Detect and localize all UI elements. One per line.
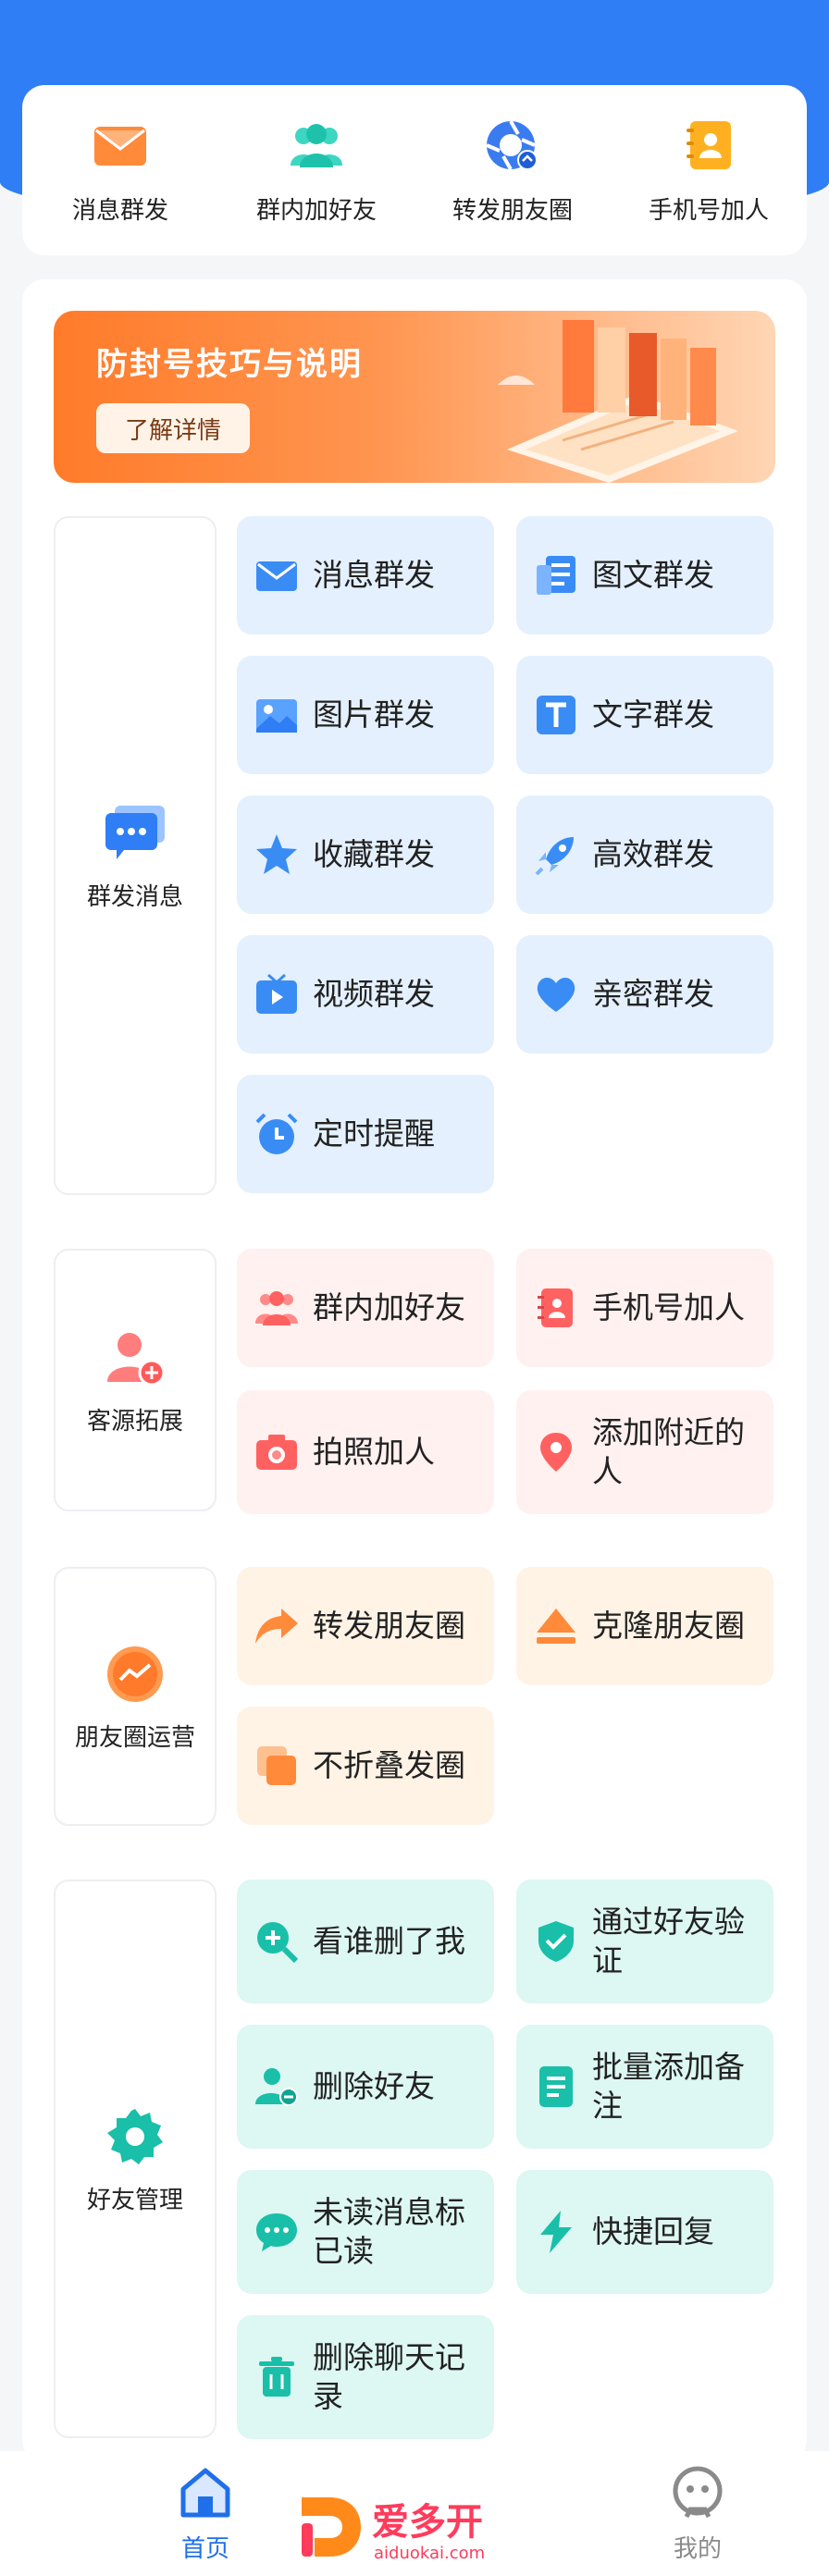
trend-circle-icon: [107, 1645, 163, 1702]
rocket-icon: [535, 837, 574, 876]
tile-image-text-mass[interactable]: 图文群发: [516, 516, 773, 635]
tile-unfold-post[interactable]: 不折叠发圈: [237, 1707, 494, 1825]
trash-icon: [259, 2357, 294, 2397]
eject-icon: [537, 1608, 575, 1644]
contact-book-icon: [538, 1288, 573, 1327]
tile-delete-chat-history[interactable]: 删除聊天记录: [237, 2315, 494, 2439]
add-user-icon: [107, 1332, 166, 1386]
home-icon: [180, 2468, 230, 2518]
tile-nearby-add[interactable]: 添加附近的人: [516, 1390, 773, 1514]
brand-logo-name: 爱多开: [372, 2501, 483, 2544]
tile-mark-read[interactable]: 未读消息标已读: [237, 2170, 494, 2294]
section-moments-operation[interactable]: 朋友圈运营: [54, 1567, 217, 1826]
tile-batch-remark[interactable]: 批量添加备注: [516, 2025, 773, 2149]
tile-approve-requests[interactable]: 通过好友验证: [516, 1880, 773, 2003]
lightning-icon: [540, 2211, 572, 2253]
tile-efficient-mass[interactable]: 高效群发: [516, 795, 773, 914]
tile-image-mass[interactable]: 图片群发: [237, 656, 494, 774]
tile-group-add-friend[interactable]: 群内加好友: [237, 1249, 494, 1367]
share-arrow-icon: [255, 1608, 298, 1644]
search-plus-icon: [257, 1922, 299, 1964]
star-icon: [256, 834, 297, 874]
location-pin-icon: [540, 1433, 572, 1472]
envelope-icon: [256, 561, 297, 591]
chat-bubble-icon: [105, 805, 165, 859]
chat-dots-icon: [256, 2213, 297, 2251]
quick-mass-message[interactable]: 消息群发: [28, 116, 213, 226]
brand-logo-url: aiduokai.com: [374, 2544, 485, 2563]
tile-quick-reply[interactable]: 快捷回复: [516, 2170, 773, 2294]
alarm-clock-icon: [255, 1113, 298, 1154]
robot-face-icon: [673, 2466, 723, 2519]
envelope-icon: [94, 126, 146, 166]
banner-details-button[interactable]: 了解详情: [96, 403, 250, 453]
tile-favorite-mass[interactable]: 收藏群发: [237, 795, 494, 914]
video-play-icon: [256, 973, 297, 1014]
group-icon: [291, 123, 342, 167]
main-card: 防封号技巧与说明 了解详情 群发消息 消息群发 图文群发 图片群发 文字群发 收…: [22, 279, 807, 2462]
quick-access-card: 消息群发 群内加好友 转发朋友圈 手机号加人: [22, 85, 807, 255]
tile-phone-add[interactable]: 手机号加人: [516, 1249, 773, 1367]
camera-shutter-icon: [486, 119, 538, 170]
tile-message-mass[interactable]: 消息群发: [237, 516, 494, 635]
remove-user-icon: [255, 2068, 298, 2106]
stacked-pages-icon: [257, 1746, 296, 1785]
section-mass-message[interactable]: 群发消息: [54, 516, 217, 1195]
nav-home[interactable]: 首页: [176, 2463, 235, 2564]
tile-text-mass[interactable]: 文字群发: [516, 656, 773, 774]
quick-group-add-friend[interactable]: 群内加好友: [224, 116, 409, 226]
text-t-icon: [537, 696, 575, 734]
brand-logo: 爱多开 aiduokai.com: [302, 2497, 485, 2563]
anti-ban-banner[interactable]: 防封号技巧与说明 了解详情: [54, 311, 775, 483]
quick-phone-add[interactable]: 手机号加人: [616, 116, 801, 226]
banner-title: 防封号技巧与说明: [96, 346, 363, 383]
tile-photo-add[interactable]: 拍照加人: [237, 1390, 494, 1514]
nav-me[interactable]: 我的: [668, 2463, 727, 2564]
tile-delete-friend[interactable]: 删除好友: [237, 2025, 494, 2149]
tile-timed-reminder[interactable]: 定时提醒: [237, 1075, 494, 1193]
section-customer-expansion[interactable]: 客源拓展: [54, 1249, 217, 1511]
contact-book-icon: [687, 120, 731, 169]
section-friend-management[interactable]: 好友管理: [54, 1880, 217, 2438]
quick-forward-moments[interactable]: 转发朋友圈: [420, 116, 605, 226]
group-icon: [255, 1291, 298, 1325]
note-list-icon: [539, 2066, 573, 2107]
tile-video-mass[interactable]: 视频群发: [237, 935, 494, 1054]
tile-who-deleted-me[interactable]: 看谁删了我: [237, 1880, 494, 2003]
tile-intimate-mass[interactable]: 亲密群发: [516, 935, 773, 1054]
camera-icon: [256, 1435, 297, 1470]
tile-clone-moments[interactable]: 克隆朋友圈: [516, 1567, 773, 1685]
picture-icon: [256, 699, 297, 733]
books-illustration: [498, 320, 738, 483]
heart-icon: [537, 978, 575, 1012]
gear-icon: [107, 2108, 163, 2164]
image-text-icon: [537, 556, 575, 595]
tile-forward-moments[interactable]: 转发朋友圈: [237, 1567, 494, 1685]
shield-check-icon: [538, 1921, 574, 1962]
